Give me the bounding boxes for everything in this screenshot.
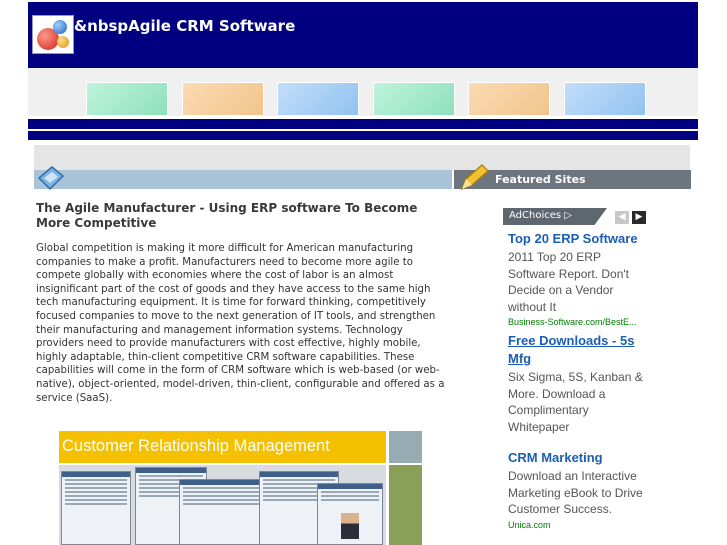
nav-tab-3[interactable] bbox=[277, 82, 359, 116]
pencil-icon bbox=[460, 164, 489, 191]
ad-headline-link[interactable]: Top 20 ERP Software bbox=[508, 230, 648, 248]
page: &nbspAgile CRM Software Featured Sites T… bbox=[0, 0, 727, 545]
nav-tab-2[interactable] bbox=[182, 82, 264, 116]
site-title: &nbspAgile CRM Software bbox=[74, 17, 296, 35]
app-window bbox=[179, 479, 269, 545]
article-title: The Agile Manufacturer - Using ERP softw… bbox=[36, 201, 418, 230]
ad-prev-button[interactable]: ◀ bbox=[615, 211, 629, 224]
banner-side-block bbox=[389, 465, 422, 545]
nav-tab-4[interactable] bbox=[373, 82, 455, 116]
nav-tab-1[interactable] bbox=[86, 82, 168, 116]
ad-text: Download an Interactive Marketing eBook … bbox=[508, 469, 643, 516]
nav-tab-bar bbox=[28, 68, 698, 116]
app-window bbox=[61, 471, 131, 545]
ad-url-link[interactable]: Business-Software.com/BestE... bbox=[508, 317, 648, 327]
header-divider-stripe bbox=[28, 119, 698, 129]
article-body: Global competition is making it more dif… bbox=[36, 243, 445, 404]
ad-panel: AdChoices ▷ ◀ ▶ Top 20 ERP Software 2011… bbox=[503, 208, 647, 545]
person-photo bbox=[341, 513, 359, 539]
ad-item: Free Downloads - 5s Mfg Six Sigma, 5S, K… bbox=[508, 332, 648, 435]
site-header: &nbspAgile CRM Software bbox=[28, 2, 698, 68]
adchoices-label[interactable]: AdChoices ▷ bbox=[503, 208, 607, 225]
header-divider-stripe bbox=[28, 131, 698, 140]
ad-text: Six Sigma, 5S, Kanban & More. Download a… bbox=[508, 370, 643, 434]
blue-sphere-icon bbox=[53, 20, 67, 34]
ad-item: CRM Marketing Download an Interactive Ma… bbox=[508, 449, 648, 530]
ad-url-link[interactable]: Unica.com bbox=[508, 520, 648, 530]
ad-headline-link[interactable]: Free Downloads - 5s Mfg bbox=[508, 332, 648, 368]
banner-side-block bbox=[389, 431, 422, 463]
nav-tab-6[interactable] bbox=[564, 82, 646, 116]
nav-tab-5[interactable] bbox=[468, 82, 550, 116]
sub-nav-band bbox=[34, 145, 690, 170]
ad-next-button[interactable]: ▶ bbox=[632, 211, 646, 224]
site-logo[interactable] bbox=[32, 15, 74, 54]
content-section-bar bbox=[34, 170, 452, 189]
featured-sites-title: Featured Sites bbox=[495, 173, 586, 186]
crm-banner-text: Customer Relationship Management bbox=[62, 437, 330, 455]
ad-text: 2011 Top 20 ERP Software Report. Don't D… bbox=[508, 250, 630, 314]
ad-headline-link[interactable]: CRM Marketing bbox=[508, 449, 648, 467]
orange-sphere-icon bbox=[57, 36, 69, 48]
crm-screenshot-image bbox=[59, 465, 386, 545]
ad-item: Top 20 ERP Software 2011 Top 20 ERP Soft… bbox=[508, 230, 648, 327]
page-icon bbox=[37, 166, 65, 191]
crm-banner: Customer Relationship Management bbox=[59, 431, 386, 463]
